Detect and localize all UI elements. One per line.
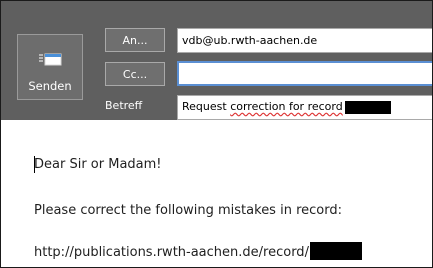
to-button[interactable]: An... <box>105 28 165 52</box>
subject-field[interactable]: Request correction for record <box>177 95 432 120</box>
body-request-line[interactable]: Please correct the following mistakes in… <box>34 203 342 218</box>
body-url-line[interactable]: http://publications.rwth-aachen.de/recor… <box>34 242 362 260</box>
mail-compose-window: Senden An... Cc... Betreff vdb@ub.rwth-a… <box>0 0 433 268</box>
send-button[interactable]: Senden <box>17 34 83 100</box>
url-redaction <box>309 242 362 260</box>
to-field[interactable]: vdb@ub.rwth-aachen.de <box>177 28 432 53</box>
compose-header: Senden An... Cc... Betreff vdb@ub.rwth-a… <box>1 1 432 120</box>
subject-misspelled-text: correction for record <box>230 100 343 113</box>
send-button-label: Senden <box>28 79 72 93</box>
subject-redaction <box>344 100 391 114</box>
cc-button[interactable]: Cc... <box>105 62 165 86</box>
subject-label: Betreff <box>105 99 143 112</box>
record-url: http://publications.rwth-aachen.de/recor… <box>34 245 309 260</box>
body-greeting[interactable]: Dear Sir or Madam! <box>34 157 162 172</box>
subject-prefix: Request <box>182 100 227 113</box>
send-mail-icon <box>39 53 62 66</box>
cc-field[interactable] <box>177 61 432 86</box>
